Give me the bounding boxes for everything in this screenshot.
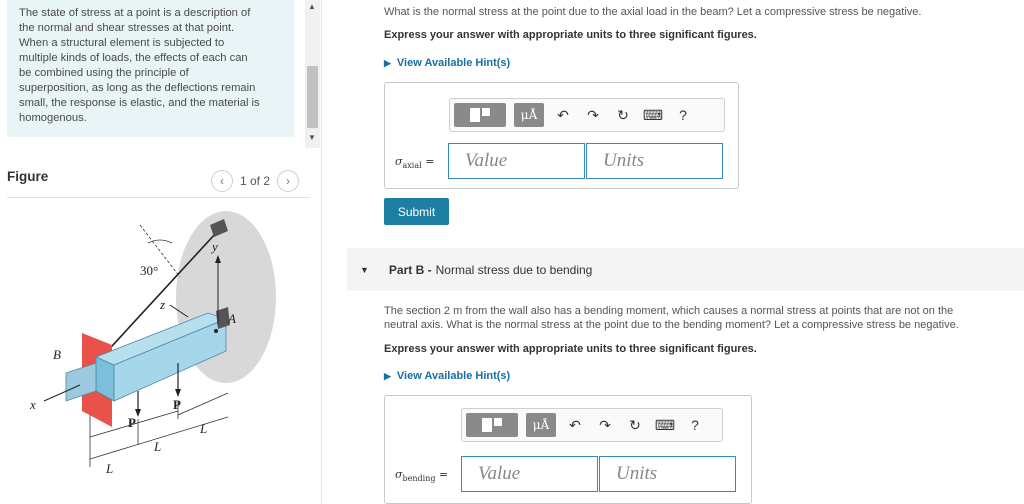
intro-text: The state of stress at a point is a desc… xyxy=(19,6,282,126)
templates-button[interactable] xyxy=(466,413,518,437)
sigma-symbol: σ xyxy=(395,155,403,168)
beam-figure: 30° y z A B x P P L L L xyxy=(29,211,276,476)
label-p2: P xyxy=(173,397,181,412)
intro-line: When a structural element is subjected t… xyxy=(19,37,225,49)
intro-line: homogenous. xyxy=(19,112,87,124)
part-b-header[interactable]: ▼ Part B - Normal stress due to bending xyxy=(347,248,1024,291)
intro-line: be combined using the principle of xyxy=(19,67,189,79)
point-a-marker xyxy=(214,329,218,333)
intro-line: multiple kinds of loads, the effects of … xyxy=(19,52,248,64)
keyboard-icon[interactable]: ⌨ xyxy=(642,104,664,126)
part-b-variable-label: σbending = xyxy=(395,468,448,483)
label-l2: L xyxy=(153,439,161,454)
help-icon[interactable]: ? xyxy=(684,414,706,436)
label-l3: L xyxy=(105,461,113,476)
figure-title: Figure xyxy=(7,169,49,184)
reset-icon[interactable]: ↻ xyxy=(624,414,646,436)
intro-line: small, the response is elastic, and the … xyxy=(19,97,260,109)
part-a-value-input[interactable]: Value xyxy=(448,143,585,179)
template-icon xyxy=(482,418,492,432)
scroll-down-icon[interactable]: ▼ xyxy=(308,133,316,143)
right-panel: What is the normal stress at the point d… xyxy=(323,0,1024,504)
part-a-answer-box: μÅ ↶ ↷ ↻ ⌨ ? σaxial = Value Units xyxy=(384,82,739,189)
equals-sign: = xyxy=(438,468,449,481)
units-button[interactable]: μÅ xyxy=(526,413,556,437)
undo-icon[interactable]: ↶ xyxy=(552,104,574,126)
label-l1: L xyxy=(199,421,207,436)
redo-icon[interactable]: ↷ xyxy=(582,104,604,126)
part-b-units-input[interactable]: Units xyxy=(599,456,736,492)
pager-text: 1 of 2 xyxy=(240,174,271,188)
chevron-left-icon: ‹ xyxy=(220,174,224,188)
next-figure-button[interactable]: › xyxy=(277,170,300,192)
part-b-toolbar: μÅ ↶ ↷ ↻ ⌨ ? xyxy=(461,408,723,442)
part-b-label: Part B - xyxy=(388,262,432,277)
part-b-answer-box: μÅ ↶ ↷ ↻ ⌨ ? σbending = Value Units xyxy=(384,395,752,504)
scroll-up-icon[interactable]: ▲ xyxy=(308,2,316,12)
intro-line: the normal and shear stresses at that po… xyxy=(19,22,235,34)
intro-line: superposition, as long as the deflection… xyxy=(19,82,256,94)
part-a-hint-label: View Available Hint(s) xyxy=(396,57,511,69)
label-y: y xyxy=(210,239,218,254)
part-b-question: The section 2 m from the wall also has a… xyxy=(384,304,959,332)
templates-button[interactable] xyxy=(454,103,506,127)
left-panel: The state of stress at a point is a desc… xyxy=(0,0,322,504)
undo-icon[interactable]: ↶ xyxy=(564,414,586,436)
intro-scrollbar[interactable]: ▲ ▼ xyxy=(305,0,320,148)
label-b: B xyxy=(53,347,61,362)
scroll-thumb[interactable] xyxy=(307,66,318,128)
label-z: z xyxy=(159,297,165,312)
label-a: A xyxy=(227,311,236,326)
part-a-instruction: Express your answer with appropriate uni… xyxy=(384,29,757,41)
intro-box: The state of stress at a point is a desc… xyxy=(7,0,294,137)
dimension-line-5 xyxy=(177,392,229,416)
part-b-title: Normal stress due to bending xyxy=(435,262,593,277)
label-p1: P xyxy=(128,415,136,430)
label-x: x xyxy=(29,397,36,412)
help-icon[interactable]: ? xyxy=(672,104,694,126)
part-b-question-line: The section 2 m from the wall also has a… xyxy=(384,305,954,317)
reset-icon[interactable]: ↻ xyxy=(612,104,634,126)
template-icon-small xyxy=(494,418,502,426)
sigma-subscript: bending xyxy=(402,474,436,484)
equals-sign: = xyxy=(425,155,435,168)
part-b-hint-link[interactable]: ▶ View Available Hint(s) xyxy=(384,370,510,382)
label-angle: 30° xyxy=(140,263,158,278)
part-b-value-input[interactable]: Value xyxy=(461,456,598,492)
redo-icon[interactable]: ↷ xyxy=(594,414,616,436)
chevron-right-icon: › xyxy=(286,174,291,188)
load-p2-head xyxy=(175,389,181,397)
template-icon-small xyxy=(482,108,490,116)
sigma-subscript: axial xyxy=(402,161,422,171)
caret-right-icon: ▶ xyxy=(384,370,391,381)
keyboard-icon[interactable]: ⌨ xyxy=(654,414,676,436)
intro-line: The state of stress at a point is a desc… xyxy=(19,7,251,19)
caret-right-icon: ▶ xyxy=(384,57,391,68)
angle-arc xyxy=(147,239,173,244)
part-a-hint-link[interactable]: ▶ View Available Hint(s) xyxy=(384,57,510,69)
part-b-instruction: Express your answer with appropriate uni… xyxy=(384,343,757,355)
part-b-hint-label: View Available Hint(s) xyxy=(396,370,511,382)
template-icon xyxy=(470,108,480,122)
caret-down-icon: ▼ xyxy=(360,264,369,275)
submit-button[interactable]: Submit xyxy=(384,198,449,225)
part-b-question-line: neutral axis. What is the normal stress … xyxy=(384,319,959,331)
part-a-variable-label: σaxial = xyxy=(395,155,434,170)
part-a-toolbar: μÅ ↶ ↷ ↻ ⌨ ? xyxy=(449,98,725,132)
figure-divider xyxy=(7,197,310,198)
sigma-symbol: σ xyxy=(395,468,403,481)
figure-pager: ‹ 1 of 2 › xyxy=(211,170,300,192)
part-a-question: What is the normal stress at the point d… xyxy=(384,6,922,18)
part-a-units-input[interactable]: Units xyxy=(586,143,723,179)
prev-figure-button[interactable]: ‹ xyxy=(211,170,233,192)
units-button[interactable]: μÅ xyxy=(514,103,544,127)
